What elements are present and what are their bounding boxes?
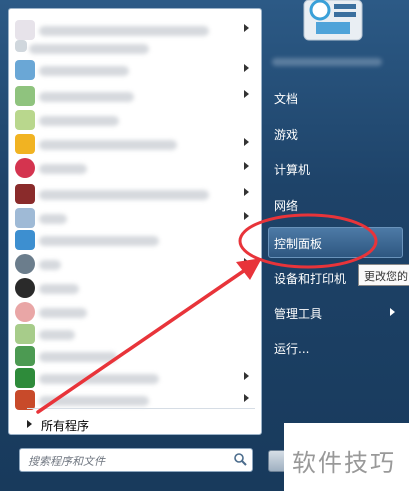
program-label — [39, 140, 177, 150]
menu-item-label: 游戏 — [274, 128, 299, 142]
program-label — [39, 396, 149, 406]
watermark: 软件技巧 — [284, 423, 409, 491]
all-programs-button[interactable]: 所有程序 — [17, 413, 257, 437]
submenu-arrow-icon — [244, 162, 249, 170]
menu-item-network[interactable]: 网络 — [268, 189, 401, 219]
submenu-arrow-icon — [390, 308, 395, 316]
menu-item-documents[interactable]: 文档 — [268, 82, 401, 112]
submenu-arrow-icon — [244, 258, 249, 266]
program-icon — [15, 60, 35, 80]
menu-item-admin-tools[interactable]: 管理工具 — [268, 297, 401, 327]
menu-item-label: 运行... — [274, 342, 310, 356]
program-label — [39, 164, 87, 174]
program-label — [39, 66, 129, 76]
program-label — [39, 284, 79, 294]
menu-item-label: 网络 — [274, 199, 299, 213]
program-icon — [15, 40, 27, 52]
submenu-arrow-icon — [244, 90, 249, 98]
all-programs-label: 所有程序 — [41, 419, 90, 433]
user-picture-icon[interactable] — [298, 0, 368, 42]
menu-item-computer[interactable]: 计算机 — [268, 153, 401, 183]
menu-item-run[interactable]: 运行... — [268, 332, 401, 362]
watermark-text: 软件技巧 — [292, 449, 396, 477]
menu-item-label: 文档 — [274, 92, 299, 106]
program-label — [39, 260, 61, 270]
search-input[interactable] — [26, 451, 220, 471]
panel-divider — [27, 408, 255, 409]
submenu-arrow-icon — [244, 138, 249, 146]
tooltip: 更改您的 — [358, 264, 409, 286]
program-label — [39, 92, 134, 102]
programs-panel: 所有程序 — [8, 8, 262, 435]
submenu-arrow-icon — [244, 212, 249, 220]
submenu-arrow-icon — [244, 372, 249, 380]
expand-arrow-icon — [27, 420, 32, 428]
menu-item-control-panel[interactable]: 控制面板 — [268, 227, 401, 257]
menu-item-label: 设备和打印机 — [274, 272, 347, 286]
program-icon — [15, 390, 35, 410]
menu-item-devices-printers[interactable]: 设备和打印机 — [268, 262, 358, 292]
user-name — [272, 58, 382, 66]
program-label — [39, 190, 209, 200]
menu-item-label: 管理工具 — [274, 307, 323, 321]
submenu-arrow-icon — [244, 394, 249, 402]
program-icon — [15, 158, 35, 178]
search-area — [8, 436, 260, 488]
search-box[interactable] — [19, 448, 253, 472]
menu-item-label: 计算机 — [274, 163, 311, 177]
menu-item-games[interactable]: 游戏 — [268, 118, 401, 148]
program-label — [39, 116, 119, 126]
search-icon[interactable] — [233, 452, 247, 466]
menu-item-label: 控制面板 — [274, 237, 323, 251]
program-label — [39, 236, 159, 246]
submenu-arrow-icon — [244, 188, 249, 196]
tooltip-text: 更改您的 — [364, 270, 408, 283]
submenu-arrow-icon — [244, 64, 249, 72]
start-menu: 所有程序 文档 游戏 计算机 网络 控制面板 设备和打印机 更改您的 管理工具 — [0, 0, 409, 491]
